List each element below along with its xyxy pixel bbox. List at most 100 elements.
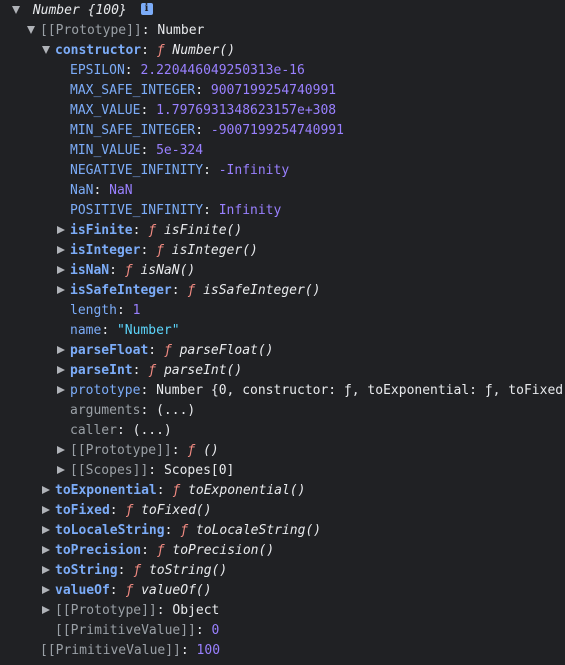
property-key: toLocaleString — [55, 523, 165, 538]
expand-triangle-icon[interactable] — [57, 225, 65, 234]
property-key: POSITIVE_INFINITY — [70, 203, 204, 218]
property-row[interactable]: toFixed: ƒ toFixed() — [0, 501, 565, 521]
key-separator: : — [109, 583, 126, 598]
expand-triangle-icon[interactable] — [42, 545, 50, 554]
expand-triangle-icon[interactable] — [42, 485, 50, 494]
expand-triangle-icon[interactable] — [42, 525, 50, 534]
key-separator: : — [101, 323, 117, 338]
property-row[interactable]: [[Prototype]]: Number — [0, 21, 565, 41]
root-object-row[interactable]: Number {100} i — [0, 1, 565, 21]
expand-triangle-icon[interactable] — [57, 265, 65, 274]
property-row: [[PrimitiveValue]]: 100 — [0, 641, 565, 661]
function-signature: isNaN() — [140, 263, 196, 278]
expand-triangle-icon[interactable] — [57, 385, 65, 394]
property-tree: [[Prototype]]: Number constructor: ƒ Numb… — [0, 21, 565, 661]
expand-triangle-icon[interactable] — [42, 505, 50, 514]
function-glyph: ƒ — [156, 43, 165, 58]
expand-triangle-icon[interactable] — [12, 5, 20, 14]
function-glyph: ƒ — [148, 363, 157, 378]
expand-triangle-icon[interactable] — [42, 605, 50, 614]
property-value: 1.7976931348623157e+308 — [156, 103, 337, 118]
function-signature: toExponential() — [188, 483, 306, 498]
key-separator: : — [117, 563, 134, 578]
property-row[interactable]: toLocaleString: ƒ toLocaleString() — [0, 521, 565, 541]
property-value: 0 — [211, 623, 220, 638]
property-row[interactable]: toExponential: ƒ toExponential() — [0, 481, 565, 501]
key-separator: : — [203, 163, 219, 178]
collapse-triangle-icon[interactable] — [42, 45, 50, 54]
property-value: 9007199254740991 — [210, 83, 337, 98]
expand-triangle-icon[interactable] — [42, 565, 50, 574]
property-value: 5e-324 — [156, 143, 204, 158]
key-separator: : — [180, 643, 197, 658]
property-value: 100 — [196, 643, 221, 658]
key-separator: : — [171, 283, 188, 298]
key-separator: : — [124, 63, 141, 78]
property-key: isSafeInteger — [70, 283, 172, 298]
function-signature: isInteger() — [171, 243, 258, 258]
property-row[interactable]: isFinite: ƒ isFinite() — [0, 221, 565, 241]
property-key: MIN_VALUE — [70, 143, 141, 158]
property-key: [[PrimitiveValue]] — [55, 623, 196, 638]
property-value: 2.220446049250313e-16 — [140, 63, 305, 78]
property-row: MIN_VALUE: 5e-324 — [0, 141, 565, 161]
property-row[interactable]: [[Scopes]]: Scopes[0] — [0, 461, 565, 481]
property-row[interactable]: parseInt: ƒ parseInt() — [0, 361, 565, 381]
expand-triangle-icon[interactable] — [57, 465, 65, 474]
key-separator: : — [195, 83, 211, 98]
property-key: arguments — [70, 403, 141, 418]
property-value[interactable]: (...) — [133, 423, 172, 438]
key-separator: : — [140, 403, 157, 418]
function-signature: () — [203, 443, 219, 458]
expand-triangle-icon[interactable] — [57, 245, 65, 254]
property-value: -9007199254740991 — [210, 123, 344, 138]
property-row[interactable]: toString: ƒ toString() — [0, 561, 565, 581]
property-row[interactable]: [[Prototype]]: ƒ () — [0, 441, 565, 461]
expand-triangle-icon[interactable] — [42, 585, 50, 594]
property-row: name: "Number" — [0, 321, 565, 341]
property-row[interactable]: constructor: ƒ Number() — [0, 41, 565, 61]
key-separator: : — [140, 103, 157, 118]
key-separator: : — [140, 143, 157, 158]
key-separator: : — [132, 223, 149, 238]
property-row: MIN_SAFE_INTEGER: -9007199254740991 — [0, 121, 565, 141]
function-signature: valueOf() — [141, 583, 212, 598]
property-row[interactable]: isSafeInteger: ƒ isSafeInteger() — [0, 281, 565, 301]
property-row[interactable]: isInteger: ƒ isInteger() — [0, 241, 565, 261]
property-row[interactable]: [[Prototype]]: Object — [0, 601, 565, 621]
property-key: valueOf — [55, 583, 110, 598]
expand-triangle-icon[interactable] — [57, 365, 65, 374]
key-separator: : — [195, 623, 212, 638]
property-key: constructor — [55, 43, 142, 58]
property-key: prototype — [70, 383, 141, 398]
property-value[interactable]: (...) — [156, 403, 195, 418]
property-row[interactable]: valueOf: ƒ valueOf() — [0, 581, 565, 601]
property-row: caller: (...) — [0, 421, 565, 441]
property-value: "Number" — [116, 323, 180, 338]
property-key: [[Prototype]] — [55, 603, 157, 618]
key-separator: : — [141, 23, 158, 38]
expand-triangle-icon[interactable] — [57, 345, 65, 354]
property-row: arguments: (...) — [0, 401, 565, 421]
expand-triangle-icon[interactable] — [57, 445, 65, 454]
property-row[interactable]: toPrecision: ƒ toPrecision() — [0, 541, 565, 561]
property-row[interactable]: parseFloat: ƒ parseFloat() — [0, 341, 565, 361]
property-value: Object — [172, 603, 220, 618]
property-row[interactable]: isNaN: ƒ isNaN() — [0, 261, 565, 281]
key-separator: : — [141, 543, 157, 558]
property-key: caller — [70, 423, 117, 438]
info-icon[interactable]: i — [140, 2, 153, 15]
collapse-triangle-icon[interactable] — [27, 25, 35, 34]
property-row[interactable]: prototype: Number {0, constructor: ƒ, to… — [0, 381, 565, 401]
property-key: NEGATIVE_INFINITY — [70, 163, 204, 178]
property-key: isNaN — [70, 263, 110, 278]
expand-triangle-icon[interactable] — [57, 285, 65, 294]
key-separator: : — [140, 243, 157, 258]
property-value: Number {0, constructor: ƒ, toExponential… — [156, 383, 565, 398]
property-key: toExponential — [55, 483, 157, 498]
property-value: Infinity — [218, 203, 282, 218]
property-key: name — [70, 323, 102, 338]
